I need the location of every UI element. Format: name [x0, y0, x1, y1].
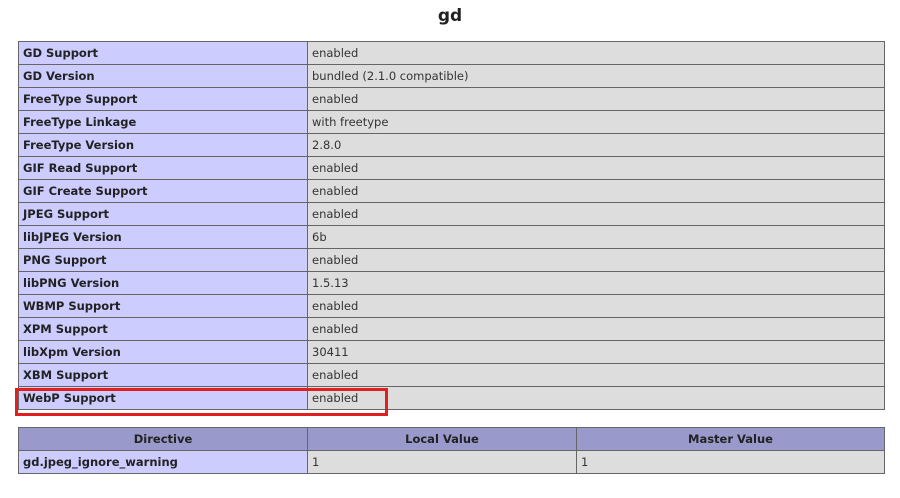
setting-name: GD Support [18, 41, 308, 65]
table-row: FreeType Version 2.8.0 [18, 133, 885, 157]
setting-value: enabled [307, 317, 885, 341]
setting-value: enabled [307, 179, 885, 203]
setting-name: XBM Support [18, 363, 308, 387]
setting-name: libXpm Version [18, 340, 308, 364]
table-row: GD Version bundled (2.1.0 compatible) [18, 64, 885, 88]
table-row: XBM Support enabled [18, 363, 885, 387]
column-header-local-value: Local Value [307, 427, 577, 451]
table-row: libXpm Version 30411 [18, 340, 885, 364]
setting-value: 1.5.13 [307, 271, 885, 295]
setting-name: libJPEG Version [18, 225, 308, 249]
setting-name: WebP Support [18, 386, 308, 410]
setting-value: enabled [307, 202, 885, 226]
table-row: libJPEG Version 6b [18, 225, 885, 249]
setting-value: bundled (2.1.0 compatible) [307, 64, 885, 88]
gd-info-table: GD Support enabled GD Version bundled (2.1… [18, 41, 885, 410]
setting-name: FreeType Version [18, 133, 308, 157]
table-row: GD Support enabled [18, 41, 885, 65]
table-row: FreeType Linkage with freetype [18, 110, 885, 134]
table-row: XPM Support enabled [18, 317, 885, 341]
module-title: gd [437, 6, 463, 26]
setting-value: enabled [307, 248, 885, 272]
setting-name: FreeType Support [18, 87, 308, 111]
setting-name: GIF Read Support [18, 156, 308, 180]
table-row: libPNG Version 1.5.13 [18, 271, 885, 295]
setting-value: with freetype [307, 110, 885, 134]
master-value: 1 [576, 450, 885, 474]
setting-value: enabled [307, 156, 885, 180]
directive-table: Directive Local Value Master Value gd.jp… [18, 427, 885, 474]
setting-value: enabled [307, 386, 885, 410]
table-row: gd.jpeg_ignore_warning 1 1 [18, 450, 885, 474]
setting-name: GIF Create Support [18, 179, 308, 203]
column-header-master-value: Master Value [576, 427, 885, 451]
setting-value: enabled [307, 41, 885, 65]
setting-value: enabled [307, 294, 885, 318]
table-header-row: Directive Local Value Master Value [18, 427, 885, 451]
setting-name: JPEG Support [18, 202, 308, 226]
directive-name: gd.jpeg_ignore_warning [18, 450, 308, 474]
setting-value: 6b [307, 225, 885, 249]
table-row: WBMP Support enabled [18, 294, 885, 318]
setting-name: FreeType Linkage [18, 110, 308, 134]
column-header-directive: Directive [18, 427, 308, 451]
table-row: PNG Support enabled [18, 248, 885, 272]
setting-name: libPNG Version [18, 271, 308, 295]
table-row: GIF Read Support enabled [18, 156, 885, 180]
table-row: JPEG Support enabled [18, 202, 885, 226]
setting-value: 2.8.0 [307, 133, 885, 157]
phpinfo-page: gd GD Support enabled GD Version bundled (… [0, 0, 900, 498]
local-value: 1 [307, 450, 577, 474]
table-row: FreeType Support enabled [18, 87, 885, 111]
setting-name: XPM Support [18, 317, 308, 341]
setting-value: enabled [307, 87, 885, 111]
setting-name: WBMP Support [18, 294, 308, 318]
setting-name: PNG Support [18, 248, 308, 272]
setting-value: 30411 [307, 340, 885, 364]
setting-name: GD Version [18, 64, 308, 88]
table-row: GIF Create Support enabled [18, 179, 885, 203]
setting-value: enabled [307, 363, 885, 387]
table-row-webp: WebP Support enabled [18, 386, 885, 410]
